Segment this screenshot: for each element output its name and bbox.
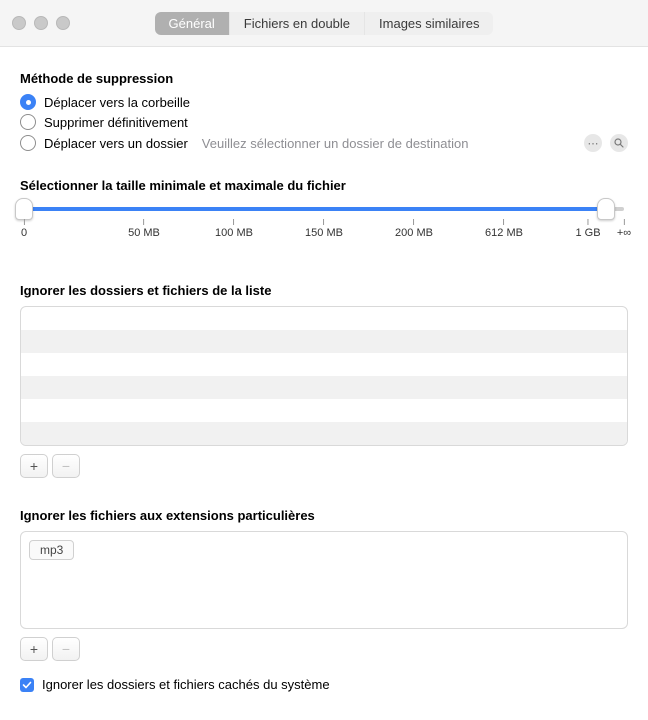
deletion-option-row: Déplacer vers la corbeille: [20, 94, 628, 110]
size-tick: 100 MB: [215, 219, 253, 239]
add-folder-button[interactable]: +: [20, 454, 48, 478]
window-controls: [12, 16, 70, 30]
choose-folder-icon[interactable]: ⋯: [584, 134, 602, 152]
list-row[interactable]: [21, 376, 627, 399]
deletion-option-row: Déplacer vers un dossier Veuillez sélecti…: [20, 134, 628, 152]
tab-fichiers-en-double[interactable]: Fichiers en double: [230, 12, 365, 35]
deletion-method-group: Déplacer vers la corbeille Supprimer défi…: [20, 94, 628, 152]
tab-général[interactable]: Général: [155, 12, 230, 35]
size-tick: 150 MB: [305, 219, 343, 239]
ignore-hidden-checkbox[interactable]: [20, 678, 34, 692]
ignore-hidden-label: Ignorer les dossiers et fichiers cachés …: [42, 677, 330, 692]
size-slider-max-thumb[interactable]: [597, 198, 615, 220]
ignore-folders-title: Ignorer les dossiers et fichiers de la l…: [20, 283, 628, 298]
size-tick: +∞: [617, 219, 631, 239]
deletion-option-row: Supprimer définitivement: [20, 114, 628, 130]
deletion-option-label: Supprimer définitivement: [44, 115, 188, 130]
remove-folder-button[interactable]: −: [52, 454, 80, 478]
list-row[interactable]: [21, 307, 627, 330]
close-window-button[interactable]: [12, 16, 26, 30]
size-tick: 200 MB: [395, 219, 433, 239]
size-slider-title: Sélectionner la taille minimale et maxim…: [20, 178, 628, 193]
toolbar: GénéralFichiers en doubleImages similair…: [0, 0, 648, 47]
deletion-option-radio[interactable]: [20, 114, 36, 130]
deletion-option-label: Déplacer vers la corbeille: [44, 95, 190, 110]
content: Méthode de suppression Déplacer vers la …: [0, 47, 648, 720]
extension-tag[interactable]: mp3: [29, 540, 74, 560]
zoom-window-button[interactable]: [56, 16, 70, 30]
tab-images-similaires[interactable]: Images similaires: [365, 12, 493, 35]
ignore-ext-buttons: + −: [20, 637, 628, 661]
minimize-window-button[interactable]: [34, 16, 48, 30]
deletion-option-radio[interactable]: [20, 94, 36, 110]
size-tick: 612 MB: [485, 219, 523, 239]
size-tick: 1 GB: [575, 219, 600, 239]
ignore-ext-title: Ignorer les fichiers aux extensions part…: [20, 508, 628, 523]
size-slider: 0 50 MB 100 MB 150 MB 200 MB 612 MB 1 GB +∞: [20, 207, 628, 243]
remove-ext-button[interactable]: −: [52, 637, 80, 661]
size-tick: 50 MB: [128, 219, 160, 239]
size-tick: 0: [21, 219, 27, 239]
size-slider-ticks: 050 MB100 MB150 MB200 MB612 MB1 GB+∞: [24, 219, 624, 243]
destination-folder-placeholder: Veuillez sélectionner un dossier de dest…: [202, 136, 469, 151]
ignore-folders-list[interactable]: [20, 306, 628, 446]
deletion-method-title: Méthode de suppression: [20, 71, 628, 86]
deletion-option-label: Déplacer vers un dossier: [44, 136, 188, 151]
reveal-folder-icon[interactable]: [610, 134, 628, 152]
tab-bar: GénéralFichiers en doubleImages similair…: [155, 12, 494, 35]
size-slider-fill: [24, 207, 606, 211]
ignore-hidden-row: Ignorer les dossiers et fichiers cachés …: [20, 677, 628, 692]
add-ext-button[interactable]: +: [20, 637, 48, 661]
size-slider-min-thumb[interactable]: [15, 198, 33, 220]
deletion-option-radio[interactable]: [20, 135, 36, 151]
preferences-window: GénéralFichiers en doubleImages similair…: [0, 0, 648, 720]
ignore-folders-buttons: + −: [20, 454, 628, 478]
size-slider-track[interactable]: [24, 207, 624, 211]
ignore-ext-list[interactable]: mp3: [20, 531, 628, 629]
list-row[interactable]: [21, 353, 627, 376]
list-row[interactable]: [21, 330, 627, 353]
list-row[interactable]: [21, 399, 627, 422]
list-row[interactable]: [21, 422, 627, 445]
destination-folder-actions: ⋯: [584, 134, 628, 152]
